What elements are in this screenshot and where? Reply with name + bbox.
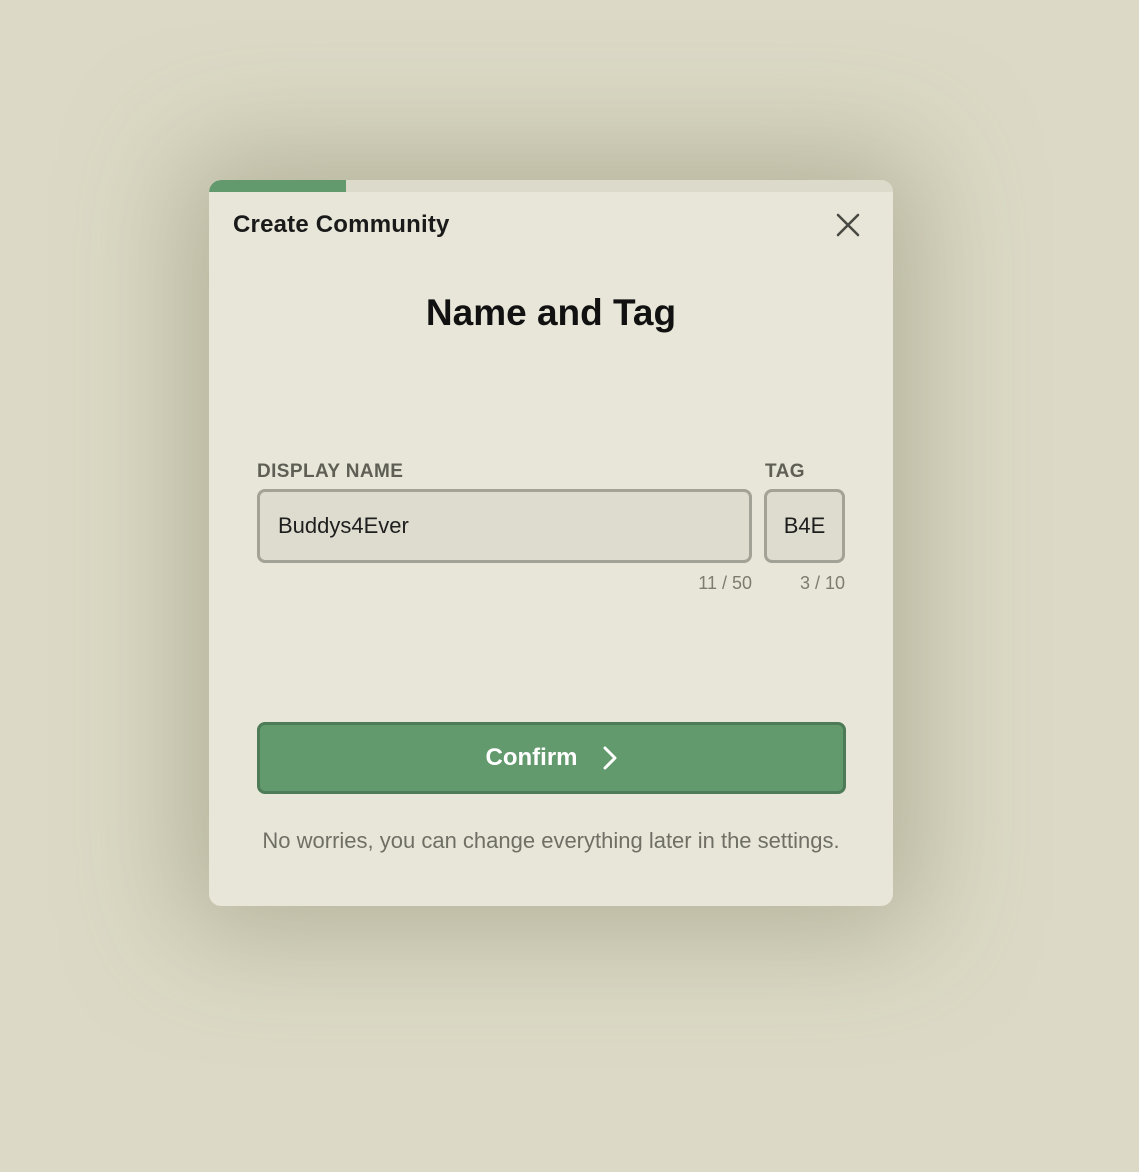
progress-bar-fill — [209, 180, 346, 192]
close-button[interactable] — [831, 208, 865, 242]
confirm-button[interactable]: Confirm — [257, 722, 846, 794]
display-name-label: DISPLAY NAME — [257, 461, 404, 482]
tag-counter: 3 / 10 — [799, 573, 845, 593]
close-icon — [836, 213, 860, 237]
tag-input[interactable]: B4E — [764, 489, 845, 563]
confirm-button-label: Confirm — [485, 744, 578, 771]
display-name-input[interactable]: Buddys4Ever — [257, 489, 752, 563]
step-heading: Name and Tag — [425, 292, 677, 333]
footer-note: No worries, you can change everything la… — [262, 828, 840, 853]
create-community-dialog: Create Community Name and Tag DISPLAY NA… — [209, 180, 893, 906]
progress-bar — [209, 180, 893, 192]
chevron-right-icon — [602, 745, 618, 771]
display-name-counter: 11 / 50 — [698, 573, 752, 593]
tag-label: TAG — [765, 461, 805, 482]
dialog-title: Create Community — [233, 211, 450, 238]
display-name-value: Buddys4Ever — [278, 513, 409, 538]
tag-value: B4E — [783, 513, 826, 538]
